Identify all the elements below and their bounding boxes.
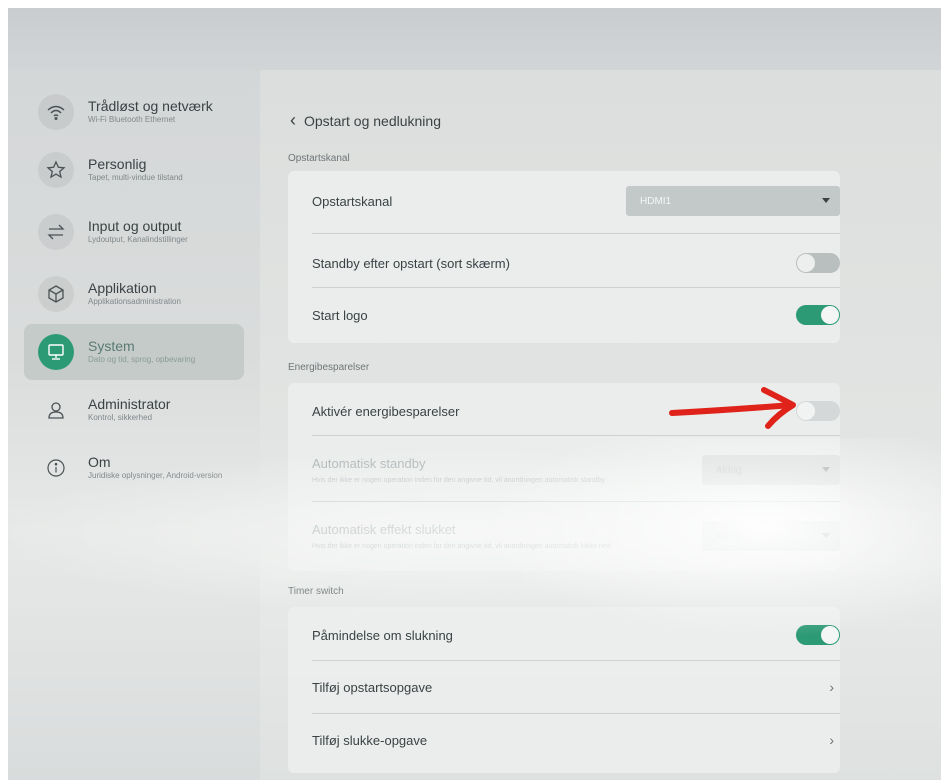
standby-after-start-row: Standby efter opstart (sort skærm): [312, 251, 840, 275]
start-logo-label: Start logo: [312, 307, 368, 323]
sidebar-item-personal[interactable]: Personlig Tapet, multi-vindue tilstand: [24, 142, 244, 198]
chevron-left-icon[interactable]: ‹: [290, 110, 296, 131]
star-icon: [38, 152, 74, 188]
divider: [312, 233, 840, 234]
enable-energy-label: Aktivér energibesparelser: [312, 403, 460, 419]
auto-power-off-row: Automatisk effekt slukket Hvis der ikke …: [312, 515, 840, 555]
divider: [312, 713, 840, 714]
sidebar-item-wireless[interactable]: Trådløst og netværk Wi-Fi Bluetooth Ethe…: [24, 84, 244, 140]
sidebar-item-title: System: [88, 337, 135, 354]
sidebar-item-about[interactable]: Om Juridiske oplysninger, Android-versio…: [24, 440, 244, 496]
auto-standby-value: Aldrig: [716, 464, 742, 476]
add-shutdown-task-label: Tilføj slukke-opgave: [312, 732, 428, 748]
chevron-right-icon: ›: [829, 732, 834, 748]
section-label-startup: Opstartskanal: [288, 153, 350, 164]
startup-channel-value: HDMI1: [640, 195, 672, 207]
auto-power-off-select[interactable]: Aldrig: [702, 521, 840, 551]
sidebar-item-title: Applikation: [88, 279, 157, 296]
auto-power-off-value: Aldrig: [716, 530, 742, 542]
divider: [312, 435, 840, 436]
red-arrow-annotation-icon: [669, 387, 796, 429]
shutdown-reminder-label: Påmindelse om slukning: [312, 627, 453, 643]
sidebar-item-title: Input og output: [88, 217, 182, 234]
sidebar-item-title: Trådløst og netværk: [88, 97, 213, 114]
auto-standby-label: Automatisk standby: [312, 455, 426, 471]
auto-power-off-label: Automatisk effekt slukket: [312, 521, 456, 537]
sidebar-item-subtitle: Kontrol, sikkerhed: [88, 413, 153, 423]
sidebar-item-subtitle: Juridiske oplysninger, Android-version: [88, 471, 223, 481]
user-icon: [38, 392, 74, 428]
caret-down-icon: [822, 533, 830, 538]
add-shutdown-task-row[interactable]: Tilføj slukke-opgave ›: [312, 728, 840, 752]
swap-arrows-icon: [38, 214, 74, 250]
timer-card: Påmindelse om slukning Tilføj opstartsop…: [288, 607, 840, 773]
add-startup-task-row[interactable]: Tilføj opstartsopgave ›: [312, 675, 840, 699]
sidebar-item-subtitle: Tapet, multi-vindue tilstand: [88, 173, 183, 183]
shutdown-reminder-row: Påmindelse om slukning: [312, 623, 840, 647]
sidebar-item-subtitle: Wi-Fi Bluetooth Ethernet: [88, 115, 176, 125]
enable-energy-toggle[interactable]: [796, 401, 840, 421]
section-label-timer: Timer switch: [288, 586, 344, 597]
startup-channel-label: Opstartskanal: [312, 193, 393, 209]
info-icon: [38, 450, 74, 486]
divider: [312, 501, 840, 502]
startup-channel-row: Opstartskanal HDMI1: [312, 185, 840, 217]
sidebar-item-subtitle: Lydoutput, Kanalindstillinger: [88, 235, 188, 245]
standby-after-start-label: Standby efter opstart (sort skærm): [312, 255, 510, 271]
page-title: Opstart og nedlukning: [304, 112, 441, 129]
sidebar-item-title: Administrator: [88, 395, 171, 412]
divider: [312, 287, 840, 288]
divider: [312, 660, 840, 661]
sidebar-item-application[interactable]: Applikation Applikationsadministration: [24, 266, 244, 322]
cube-icon: [38, 276, 74, 312]
monitor-icon: [38, 334, 74, 370]
sidebar-item-administrator[interactable]: Administrator Kontrol, sikkerhed: [24, 382, 244, 438]
chevron-right-icon: ›: [829, 679, 834, 695]
main-panel: ‹ Opstart og nedlukning Opstartskanal Op…: [260, 70, 941, 780]
screen-photo: Trådløst og netværk Wi-Fi Bluetooth Ethe…: [8, 8, 941, 780]
wifi-icon: [38, 94, 74, 130]
section-label-energy: Energibesparelser: [288, 362, 370, 373]
sidebar-item-subtitle: Dato og tid, sprog, opbevaring: [88, 355, 196, 365]
startup-card: Opstartskanal HDMI1 Standby efter opstar…: [288, 171, 840, 343]
sidebar-item-subtitle: Applikationsadministration: [88, 297, 181, 307]
standby-after-start-toggle[interactable]: [796, 253, 840, 273]
sidebar-item-input-output[interactable]: Input og output Lydoutput, Kanalindstill…: [24, 204, 244, 260]
shutdown-reminder-toggle[interactable]: [796, 625, 840, 645]
start-logo-toggle[interactable]: [796, 305, 840, 325]
sidebar-item-title: Om: [88, 453, 111, 470]
sidebar: Trådløst og netværk Wi-Fi Bluetooth Ethe…: [8, 70, 260, 780]
startup-channel-select[interactable]: HDMI1: [626, 186, 840, 216]
sidebar-item-title: Personlig: [88, 155, 147, 172]
caret-down-icon: [822, 467, 830, 472]
auto-standby-row: Automatisk standby Hvis der ikke er noge…: [312, 449, 840, 489]
auto-standby-select[interactable]: Aldrig: [702, 455, 840, 485]
add-startup-task-label: Tilføj opstartsopgave: [312, 679, 433, 695]
sidebar-item-system[interactable]: System Dato og tid, sprog, opbevaring: [24, 324, 244, 380]
page-header: ‹ Opstart og nedlukning: [290, 110, 441, 131]
caret-down-icon: [822, 198, 830, 203]
auto-standby-description: Hvis der ikke er nogen operation inden f…: [312, 476, 606, 484]
auto-power-off-description: Hvis der ikke er nogen operation inden f…: [312, 542, 611, 550]
start-logo-row: Start logo: [312, 303, 840, 327]
